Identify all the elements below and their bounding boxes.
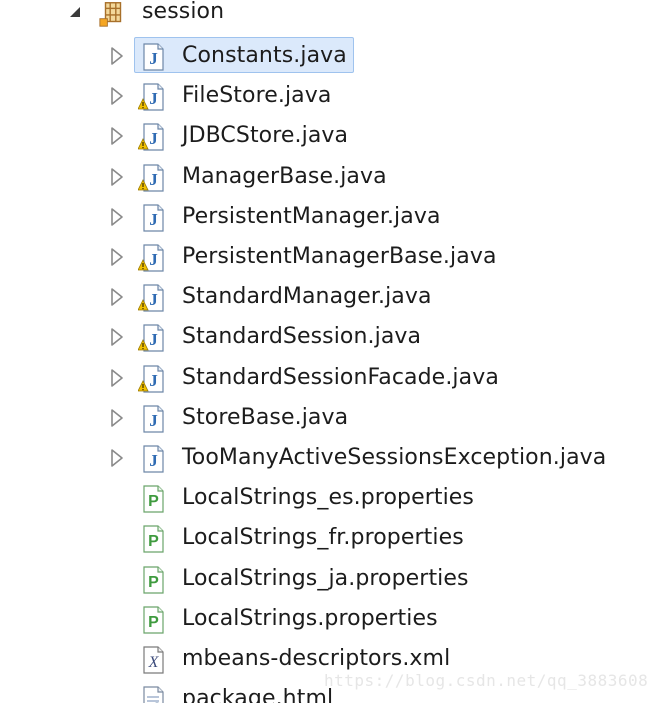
file-label: StandardManager.java [182,284,432,310]
svg-text:J: J [149,290,158,309]
collapsed-triangle-icon[interactable] [110,126,124,146]
tree-node-file[interactable]: J StandardManager.java [0,277,648,317]
file-label: StandardSession.java [182,324,422,350]
collapsed-triangle-icon[interactable] [110,287,124,307]
collapsed-triangle-icon[interactable] [110,167,124,187]
svg-text:J: J [149,170,158,189]
tree-node-file[interactable]: J StandardSessionFacade.java [0,358,648,398]
collapsed-triangle-icon[interactable] [110,247,124,267]
tree-node-file[interactable]: P LocalStrings_fr.properties [0,518,648,558]
svg-text:J: J [149,451,158,470]
svg-text:J: J [149,129,158,148]
tree-node-file[interactable]: J Constants.java [0,36,648,76]
package-explorer-tree: session J Constants.java J FileStore.java J J… [0,0,648,703]
expanded-triangle-icon[interactable] [68,5,82,19]
java-file-warning-icon: J [138,244,164,272]
properties-file-icon: P [143,525,164,553]
collapsed-triangle-icon[interactable] [110,408,124,428]
file-label: PersistentManagerBase.java [182,244,497,269]
svg-text:J: J [149,411,158,430]
tree-node-file[interactable]: J TooManyActiveSessionsException.java [0,438,648,478]
java-file-warning-icon: J [138,364,164,393]
file-label: LocalStrings_es.properties [182,485,474,511]
tree-node-file[interactable]: J StandardSession.java [0,317,648,357]
collapsed-triangle-icon[interactable] [110,46,124,66]
java-file-warning-icon: J [138,324,164,352]
tree-node-session-package[interactable]: session [0,0,648,40]
properties-file-icon: P [143,565,164,594]
svg-text:P: P [148,574,159,591]
collapsed-triangle-icon[interactable] [110,207,124,227]
tree-node-file[interactable]: J FileStore.java [0,76,648,116]
java-file-warning-icon: J [138,123,164,151]
properties-file-icon: P [143,485,164,513]
tree-node-file[interactable]: J PersistentManagerBase.java [0,237,648,277]
file-label: ManagerBase.java [182,163,387,189]
svg-text:P: P [148,533,159,550]
tree-node-file[interactable]: P LocalStrings_ja.properties [0,559,648,599]
svg-text:X: X [148,654,160,671]
tree-node-file[interactable]: J StoreBase.java [0,398,648,438]
collapsed-triangle-icon[interactable] [110,327,124,347]
java-file-icon: J [143,445,164,473]
file-label: LocalStrings.properties [182,605,438,631]
file-label: JDBCStore.java [182,123,349,149]
collapsed-triangle-icon[interactable] [110,86,124,106]
tree-node-file[interactable]: J PersistentManager.java [0,197,648,237]
tree-node-file[interactable]: P LocalStrings_es.properties [0,478,648,518]
svg-text:J: J [149,371,158,390]
tree-node-file[interactable]: J ManagerBase.java [0,157,648,197]
java-file-icon: J [143,43,164,71]
java-file-icon: J [143,405,164,433]
java-file-warning-icon: J [138,284,164,312]
watermark-text: https://blog.csdn.net/qq_38836082 [324,671,648,690]
svg-text:P: P [148,493,159,510]
svg-text:J: J [149,89,158,108]
java-package-icon [99,2,122,27]
java-file-warning-icon: J [138,163,164,192]
file-label: LocalStrings_ja.properties [182,565,469,591]
svg-text:J: J [149,330,158,349]
file-label: LocalStrings_fr.properties [182,525,464,551]
svg-text:J: J [149,210,158,229]
file-label: Constants.java [182,43,347,68]
file-label: TooManyActiveSessionsException.java [182,445,607,470]
svg-text:J: J [149,250,158,269]
collapsed-triangle-icon[interactable] [110,448,124,468]
collapsed-triangle-icon[interactable] [110,368,124,388]
file-label: mbeans-descriptors.xml [182,646,451,671]
tree-node-file[interactable]: P LocalStrings.properties [0,599,648,639]
java-file-icon: J [143,204,164,232]
svg-text:P: P [148,614,159,631]
tree-node-file[interactable]: J JDBCStore.java [0,116,648,156]
file-label: StandardSessionFacade.java [182,364,499,390]
file-label: package.html [182,686,334,703]
properties-file-icon: P [143,606,164,634]
file-label: FileStore.java [182,83,332,109]
file-label: PersistentManager.java [182,203,441,229]
file-label: StoreBase.java [182,404,349,430]
svg-text:J: J [149,49,158,68]
java-file-warning-icon: J [138,83,164,111]
xml-file-icon: X [143,646,164,674]
html-file-icon [143,686,164,703]
package-label: session [142,0,225,24]
